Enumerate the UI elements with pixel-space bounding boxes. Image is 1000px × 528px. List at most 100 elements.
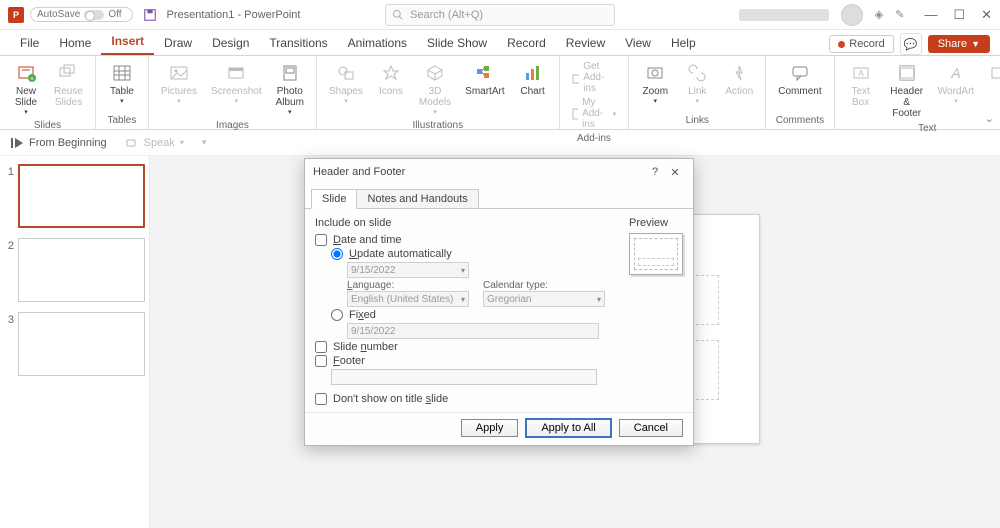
fixed-date-input[interactable]: 9/15/2022 bbox=[347, 323, 599, 339]
pictures-button[interactable]: Pictures▾ bbox=[157, 60, 201, 118]
slide-thumbnail-2[interactable] bbox=[18, 238, 145, 302]
overflow-button[interactable]: ▾ bbox=[202, 137, 207, 148]
tab-view[interactable]: View bbox=[615, 32, 661, 55]
zoom-label: Zoom bbox=[642, 86, 668, 97]
thumb-number: 1 bbox=[4, 164, 14, 228]
fixed-radio[interactable] bbox=[331, 309, 343, 321]
my-addins-button[interactable]: My Add-ins▾ bbox=[568, 96, 621, 131]
header-footer-icon bbox=[896, 62, 918, 84]
shapes-button[interactable]: Shapes▾ bbox=[325, 60, 367, 118]
autosave-label: AutoSave bbox=[37, 9, 80, 20]
dialog-close-button[interactable]: ✕ bbox=[665, 166, 685, 179]
chart-button[interactable]: Chart bbox=[515, 60, 551, 118]
from-beginning-button[interactable]: From Beginning bbox=[10, 136, 107, 150]
chevron-down-icon: ▼ bbox=[971, 39, 980, 49]
screenshot-icon bbox=[225, 62, 247, 84]
reuse-slides-button[interactable]: Reuse Slides bbox=[50, 60, 87, 118]
action-label: Action bbox=[725, 86, 753, 97]
icons-button[interactable]: Icons bbox=[373, 60, 409, 118]
maximize-button[interactable]: ☐ bbox=[953, 7, 965, 23]
search-placeholder: Search (Alt+Q) bbox=[410, 9, 483, 21]
3d-models-label: 3D Models bbox=[419, 86, 451, 108]
autosave-state: Off bbox=[108, 9, 121, 20]
smartart-button[interactable]: SmartArt bbox=[461, 60, 508, 118]
avatar[interactable] bbox=[841, 4, 863, 26]
3d-models-button[interactable]: 3D Models▾ bbox=[415, 60, 455, 118]
collapse-ribbon-button[interactable]: ⌄ bbox=[985, 112, 994, 125]
search-box[interactable]: Search (Alt+Q) bbox=[385, 4, 615, 26]
group-illustrations-label: Illustrations bbox=[325, 118, 551, 134]
reuse-slides-icon bbox=[57, 62, 79, 84]
comments-pane-button[interactable]: 💬 bbox=[900, 33, 922, 55]
group-illustrations: Shapes▾ Icons 3D Models▾ SmartArt Chart … bbox=[317, 56, 560, 129]
diamond-icon[interactable]: ◈ bbox=[875, 8, 883, 21]
language-dropdown[interactable]: English (United States)▾ bbox=[347, 291, 469, 307]
chevron-down-icon: ▾ bbox=[24, 108, 28, 116]
apply-to-all-button[interactable]: Apply to All bbox=[526, 419, 610, 437]
date-time-icon bbox=[987, 62, 1000, 84]
get-addins-button[interactable]: Get Add-ins bbox=[568, 60, 621, 95]
update-automatically-radio[interactable] bbox=[331, 248, 343, 260]
tab-animations[interactable]: Animations bbox=[338, 32, 417, 55]
include-on-slide-label: Include on slide bbox=[315, 217, 617, 229]
tab-slideshow[interactable]: Slide Show bbox=[417, 32, 497, 55]
text-box-button[interactable]: AText Box bbox=[843, 60, 879, 121]
table-icon bbox=[111, 62, 133, 84]
dialog-tab-slide[interactable]: Slide bbox=[311, 189, 357, 209]
tab-transitions[interactable]: Transitions bbox=[259, 32, 337, 55]
zoom-button[interactable]: Zoom▾ bbox=[637, 60, 673, 113]
minimize-button[interactable]: — bbox=[924, 7, 937, 23]
screenshot-button[interactable]: Screenshot▾ bbox=[207, 60, 266, 118]
tab-design[interactable]: Design bbox=[202, 32, 259, 55]
speak-button[interactable]: Speak ▾ bbox=[125, 136, 184, 150]
header-footer-button[interactable]: Header & Footer bbox=[885, 60, 929, 121]
svg-text:A: A bbox=[950, 65, 960, 81]
new-slide-button[interactable]: + New Slide ▾ bbox=[8, 60, 44, 118]
action-button[interactable]: Action bbox=[721, 60, 757, 113]
group-text: AText Box Header & Footer AWordArt▾ Text bbox=[835, 56, 1000, 129]
group-text-label: Text bbox=[843, 121, 1000, 137]
tab-insert[interactable]: Insert bbox=[101, 30, 154, 55]
autosave-toggle[interactable]: AutoSave Off bbox=[30, 7, 133, 22]
group-slides-label: Slides bbox=[8, 118, 87, 134]
reuse-slides-label: Reuse Slides bbox=[54, 86, 83, 108]
calendar-type-dropdown[interactable]: Gregorian▾ bbox=[483, 291, 605, 307]
dialog-tab-notes[interactable]: Notes and Handouts bbox=[357, 189, 478, 209]
screenshot-label: Screenshot bbox=[211, 86, 262, 97]
slide-number-checkbox[interactable] bbox=[315, 341, 327, 353]
tab-review[interactable]: Review bbox=[556, 32, 615, 55]
slide-number-label: Slide number bbox=[333, 341, 398, 353]
tab-draw[interactable]: Draw bbox=[154, 32, 202, 55]
link-button[interactable]: Link▾ bbox=[679, 60, 715, 113]
slide-thumbnail-3[interactable] bbox=[18, 312, 145, 376]
wordart-button[interactable]: AWordArt▾ bbox=[935, 60, 977, 121]
language-value: English (United States) bbox=[351, 294, 453, 305]
tab-file[interactable]: File bbox=[10, 32, 49, 55]
comment-button[interactable]: Comment bbox=[774, 60, 825, 113]
date-time-checkbox[interactable] bbox=[315, 234, 327, 246]
pen-icon[interactable]: ✎ bbox=[895, 8, 904, 21]
photo-album-button[interactable]: Photo Album▾ bbox=[272, 60, 308, 118]
tab-home[interactable]: Home bbox=[49, 32, 101, 55]
dialog-help-button[interactable]: ? bbox=[645, 166, 665, 178]
footer-text-input[interactable] bbox=[331, 369, 597, 385]
footer-checkbox[interactable] bbox=[315, 355, 327, 367]
close-button[interactable]: ✕ bbox=[981, 7, 992, 23]
title-bar: P AutoSave Off Presentation1 - PowerPoin… bbox=[0, 0, 1000, 30]
link-icon bbox=[686, 62, 708, 84]
record-label: Record bbox=[849, 38, 884, 50]
svg-text:+: + bbox=[30, 76, 34, 83]
apply-button[interactable]: Apply bbox=[461, 419, 519, 437]
tab-record[interactable]: Record bbox=[497, 32, 556, 55]
table-button[interactable]: Table ▾ bbox=[104, 60, 140, 113]
save-icon[interactable] bbox=[143, 8, 157, 22]
slide-thumbnail-panel[interactable]: 1 2 3 bbox=[0, 156, 150, 528]
tab-help[interactable]: Help bbox=[661, 32, 706, 55]
dont-show-title-checkbox[interactable] bbox=[315, 393, 327, 405]
share-button[interactable]: Share▼ bbox=[928, 35, 990, 53]
slide-thumbnail-1[interactable] bbox=[18, 164, 145, 228]
cancel-button[interactable]: Cancel bbox=[619, 419, 683, 437]
record-button[interactable]: Record bbox=[829, 35, 893, 53]
preview-label: Preview bbox=[629, 217, 683, 229]
date-format-dropdown[interactable]: 9/15/2022▾ bbox=[347, 262, 469, 278]
